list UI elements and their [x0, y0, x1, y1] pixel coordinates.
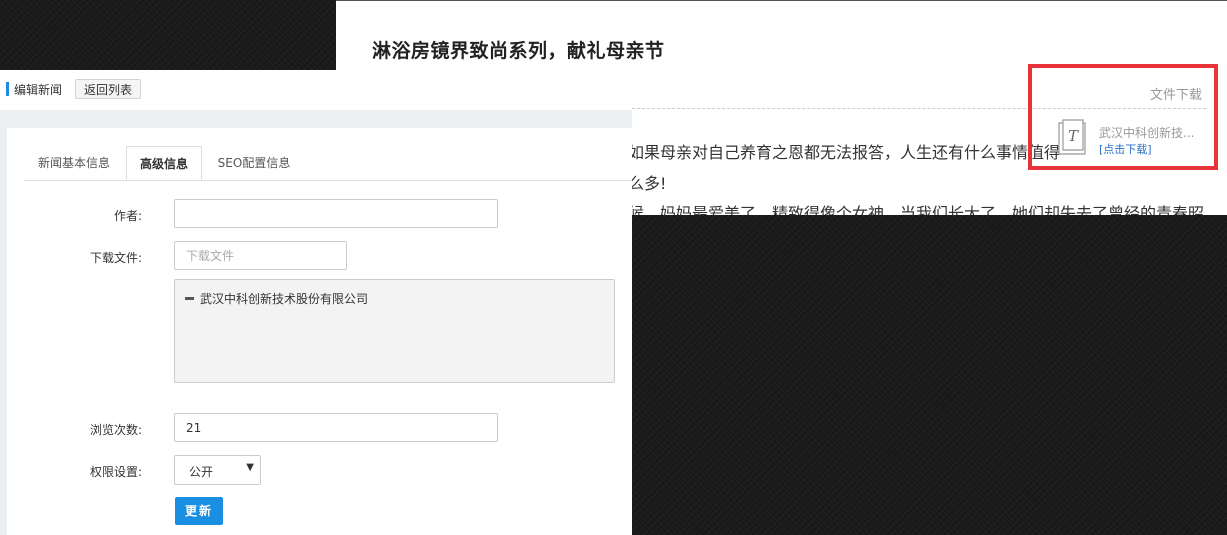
background-dark-bottom — [632, 215, 1227, 535]
collapse-icon[interactable] — [185, 297, 194, 300]
tree-item[interactable]: 武汉中科创新技术股份有限公司 — [200, 290, 368, 307]
file-input[interactable] — [174, 241, 347, 270]
views-input[interactable] — [174, 413, 498, 442]
file-tree: 武汉中科创新技术股份有限公司 — [174, 279, 615, 383]
article-paragraph: 如果母亲对自己养育之恩都无法报答，人生还有什么事情值得 — [628, 143, 1061, 162]
permission-select[interactable]: 公开 ▼ — [174, 455, 261, 485]
divider — [336, 0, 1227, 1]
article-paragraph: 么多! — [628, 174, 667, 193]
toolbar: 编辑新闻 返回列表 — [0, 70, 632, 110]
article-paragraph: 候，妈妈最爱美了，精致得像个女神。当我们长大了，她们却失去了曾经的青春昭 — [628, 204, 1205, 215]
tab-bar: 新闻基本信息 高级信息 SEO配置信息 — [24, 146, 632, 181]
tab-advanced-info[interactable]: 高级信息 — [126, 146, 202, 180]
author-label: 作者: — [113, 209, 142, 223]
tab-basic-info[interactable]: 新闻基本信息 — [24, 146, 124, 180]
update-button[interactable]: 更新 — [175, 497, 223, 525]
permission-label: 权限设置: — [89, 465, 142, 479]
permission-value: 公开 — [189, 465, 214, 479]
article-title: 淋浴房镜界致尚系列，献礼母亲节 — [372, 40, 665, 62]
dropdown-caret-icon: ▼ — [246, 462, 254, 473]
file-label: 下载文件: — [89, 251, 142, 265]
accent-bar — [6, 82, 9, 96]
highlight-box — [1028, 64, 1218, 170]
tab-seo-config[interactable]: SEO配置信息 — [204, 146, 304, 180]
views-label: 浏览次数: — [89, 423, 142, 437]
back-to-list-button[interactable]: 返回列表 — [75, 79, 142, 99]
author-input[interactable] — [174, 199, 498, 228]
background-dark-top — [0, 0, 336, 70]
page-title: 编辑新闻 — [14, 83, 63, 97]
